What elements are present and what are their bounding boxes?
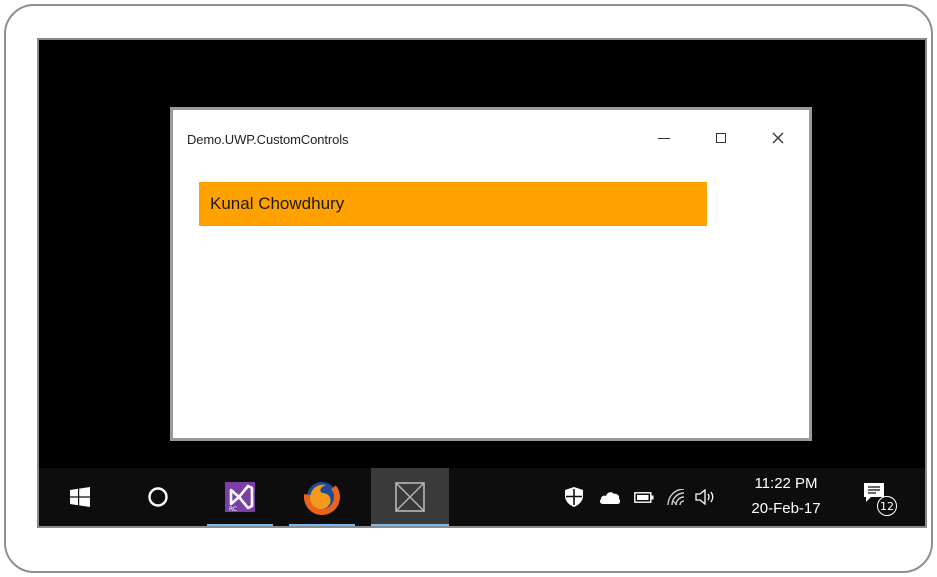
running-indicator	[371, 524, 449, 526]
close-icon	[772, 132, 784, 144]
desktop: Demo.UWP.CustomControls Kunal Chowdhury	[39, 40, 925, 468]
app-window: Demo.UWP.CustomControls Kunal Chowdhury	[170, 107, 812, 441]
clock-time: 11:22 PM	[754, 475, 818, 492]
taskbar-item-visual-studio[interactable]: RC	[207, 468, 273, 526]
taskbar-item-uwp-app[interactable]	[371, 468, 449, 526]
clock-button[interactable]: 11:22 PM 20-Feb-17	[731, 468, 841, 526]
running-indicator	[207, 524, 273, 526]
defender-button[interactable]	[563, 486, 585, 508]
action-center-button[interactable]: 12	[859, 480, 899, 516]
volume-button[interactable]	[694, 486, 718, 508]
windows-start-icon	[70, 487, 90, 507]
battery-button[interactable]	[632, 486, 656, 508]
firefox-icon	[304, 479, 340, 515]
tablet-frame: Demo.UWP.CustomControls Kunal Chowdhury …	[4, 4, 933, 573]
battery-icon	[634, 491, 654, 503]
running-indicator	[289, 524, 355, 526]
start-button[interactable]	[57, 468, 103, 526]
clock-date: 20-Feb-17	[751, 500, 821, 517]
onedrive-cloud-icon	[599, 492, 621, 504]
defender-shield-icon	[565, 487, 583, 507]
window-title: Demo.UWP.CustomControls	[187, 132, 349, 147]
name-label: Kunal Chowdhury	[210, 194, 345, 213]
visual-studio-rc-icon: RC	[225, 482, 255, 513]
uwp-app-icon	[395, 482, 425, 512]
title-bar[interactable]: Demo.UWP.CustomControls	[173, 110, 809, 168]
onedrive-button[interactable]	[597, 486, 623, 508]
taskbar-item-firefox[interactable]	[289, 468, 355, 526]
wifi-icon	[667, 489, 685, 505]
custom-control-name-bar: Kunal Chowdhury	[199, 182, 707, 226]
taskbar: RC 11:22 PM 20-Feb-17 12	[39, 468, 925, 526]
minimize-icon	[658, 137, 670, 139]
screen: Demo.UWP.CustomControls Kunal Chowdhury …	[37, 38, 927, 528]
cortana-button[interactable]	[135, 468, 181, 526]
network-button[interactable]	[664, 486, 688, 508]
svg-text:RC: RC	[229, 506, 237, 513]
volume-icon	[695, 489, 714, 505]
maximize-button[interactable]	[698, 120, 744, 156]
maximize-icon	[716, 133, 726, 143]
notification-count-badge: 12	[877, 496, 897, 516]
cortana-search-icon	[148, 487, 168, 507]
minimize-button[interactable]	[641, 120, 687, 156]
close-button[interactable]	[755, 120, 801, 156]
